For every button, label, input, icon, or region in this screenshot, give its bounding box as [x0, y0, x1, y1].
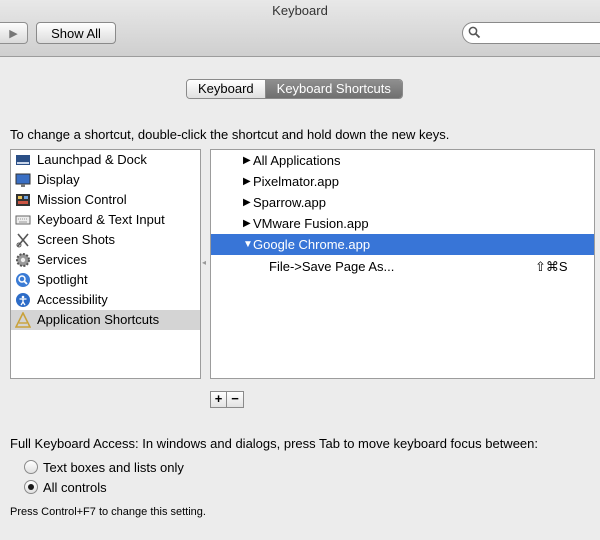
tab-keyboard-shortcuts[interactable]: Keyboard Shortcuts — [265, 80, 402, 98]
category-label: Screen Shots — [37, 232, 116, 247]
category-launchpad-dock[interactable]: Launchpad & Dock — [11, 150, 200, 170]
category-accessibility[interactable]: Accessibility — [11, 290, 200, 310]
spotlight-icon — [16, 273, 30, 287]
tree-item-label: All Applications — [253, 153, 341, 168]
tab-keyboard[interactable]: Keyboard — [187, 80, 266, 98]
screen-shots-icon — [16, 233, 29, 248]
search-field[interactable] — [462, 22, 600, 44]
tree-item-label: Pixelmator.app — [253, 174, 339, 189]
full-keyboard-access-label: Full Keyboard Access: In windows and dia… — [10, 436, 538, 451]
category-label: Display — [37, 172, 80, 187]
category-label: Services — [37, 252, 87, 267]
radio-button[interactable] — [24, 460, 38, 474]
category-display[interactable]: Display — [11, 170, 200, 190]
category-label: Accessibility — [37, 292, 108, 307]
category-label: Mission Control — [37, 192, 127, 207]
disclosure-triangle-icon[interactable]: ▶ — [243, 213, 251, 234]
category-list: Launchpad & Dock Display Mission Control… — [10, 149, 201, 379]
shortcut-name: File->Save Page As... — [269, 259, 395, 274]
show-all-button[interactable]: Show All — [36, 22, 116, 44]
instructions-text: To change a shortcut, double-click the s… — [10, 127, 450, 142]
window-title: Keyboard — [272, 3, 328, 18]
radio-selected-dot — [28, 484, 34, 490]
disclosure-triangle-icon[interactable]: ▶ — [243, 171, 251, 192]
category-label: Application Shortcuts — [37, 312, 160, 327]
category-screen-shots[interactable]: Screen Shots — [11, 230, 200, 250]
application-shortcuts-icon — [15, 312, 31, 328]
split-view-grip[interactable]: ◂ — [202, 258, 206, 267]
shortcut-keys[interactable]: ⇧⌘S — [535, 256, 568, 277]
category-label: Spotlight — [37, 272, 88, 287]
keyboard-access-hint: Press Control+F7 to change this setting. — [10, 506, 206, 518]
tree-item-label: Google Chrome.app — [253, 237, 371, 252]
keyboard-icon — [15, 215, 31, 225]
tree-item-label: VMware Fusion.app — [253, 216, 369, 231]
tree-item-pixelmator[interactable]: ▶ Pixelmator.app — [211, 171, 594, 192]
category-label: Keyboard & Text Input — [37, 212, 165, 227]
shortcut-tree: ▶ All Applications ▶ Pixelmator.app ▶ Sp… — [210, 149, 595, 379]
category-services[interactable]: Services — [11, 250, 200, 270]
search-input[interactable] — [483, 25, 597, 43]
radio-button-selected[interactable] — [24, 480, 38, 494]
add-shortcut-button[interactable]: + — [210, 391, 227, 408]
tree-item-google-chrome[interactable]: ▼ Google Chrome.app — [211, 234, 594, 255]
launchpad-dock-icon — [16, 155, 30, 165]
forward-arrow-icon: ▶ — [9, 28, 18, 40]
radio-label: All controls — [43, 480, 107, 495]
disclosure-triangle-icon[interactable]: ▶ — [243, 192, 251, 213]
add-remove-controls: + − — [210, 391, 244, 408]
category-label: Launchpad & Dock — [37, 152, 147, 167]
tree-item-vmware-fusion[interactable]: ▶ VMware Fusion.app — [211, 213, 594, 234]
shortcut-row[interactable]: File->Save Page As... ⇧⌘S — [211, 256, 594, 277]
disclosure-triangle-icon[interactable]: ▶ — [243, 150, 251, 171]
remove-shortcut-button[interactable]: − — [227, 391, 244, 408]
category-spotlight[interactable]: Spotlight — [11, 270, 200, 290]
window-titlebar: Keyboard ▶ Show All — [0, 0, 600, 57]
category-mission-control[interactable]: Mission Control — [11, 190, 200, 210]
tree-item-all-applications[interactable]: ▶ All Applications — [211, 150, 594, 171]
tree-item-label: Sparrow.app — [253, 195, 326, 210]
tree-item-sparrow[interactable]: ▶ Sparrow.app — [211, 192, 594, 213]
forward-button[interactable]: ▶ — [0, 22, 28, 44]
display-icon — [15, 173, 31, 187]
category-keyboard-text-input[interactable]: Keyboard & Text Input — [11, 210, 200, 230]
category-application-shortcuts[interactable]: Application Shortcuts — [11, 310, 200, 330]
disclosure-triangle-expanded-icon[interactable]: ▼ — [243, 234, 253, 255]
services-gear-icon — [16, 253, 30, 267]
tab-bar: Keyboard Keyboard Shortcuts — [186, 79, 403, 99]
accessibility-icon — [16, 293, 30, 307]
mission-control-icon — [16, 194, 30, 206]
radio-label: Text boxes and lists only — [43, 460, 184, 475]
search-icon — [468, 26, 481, 39]
